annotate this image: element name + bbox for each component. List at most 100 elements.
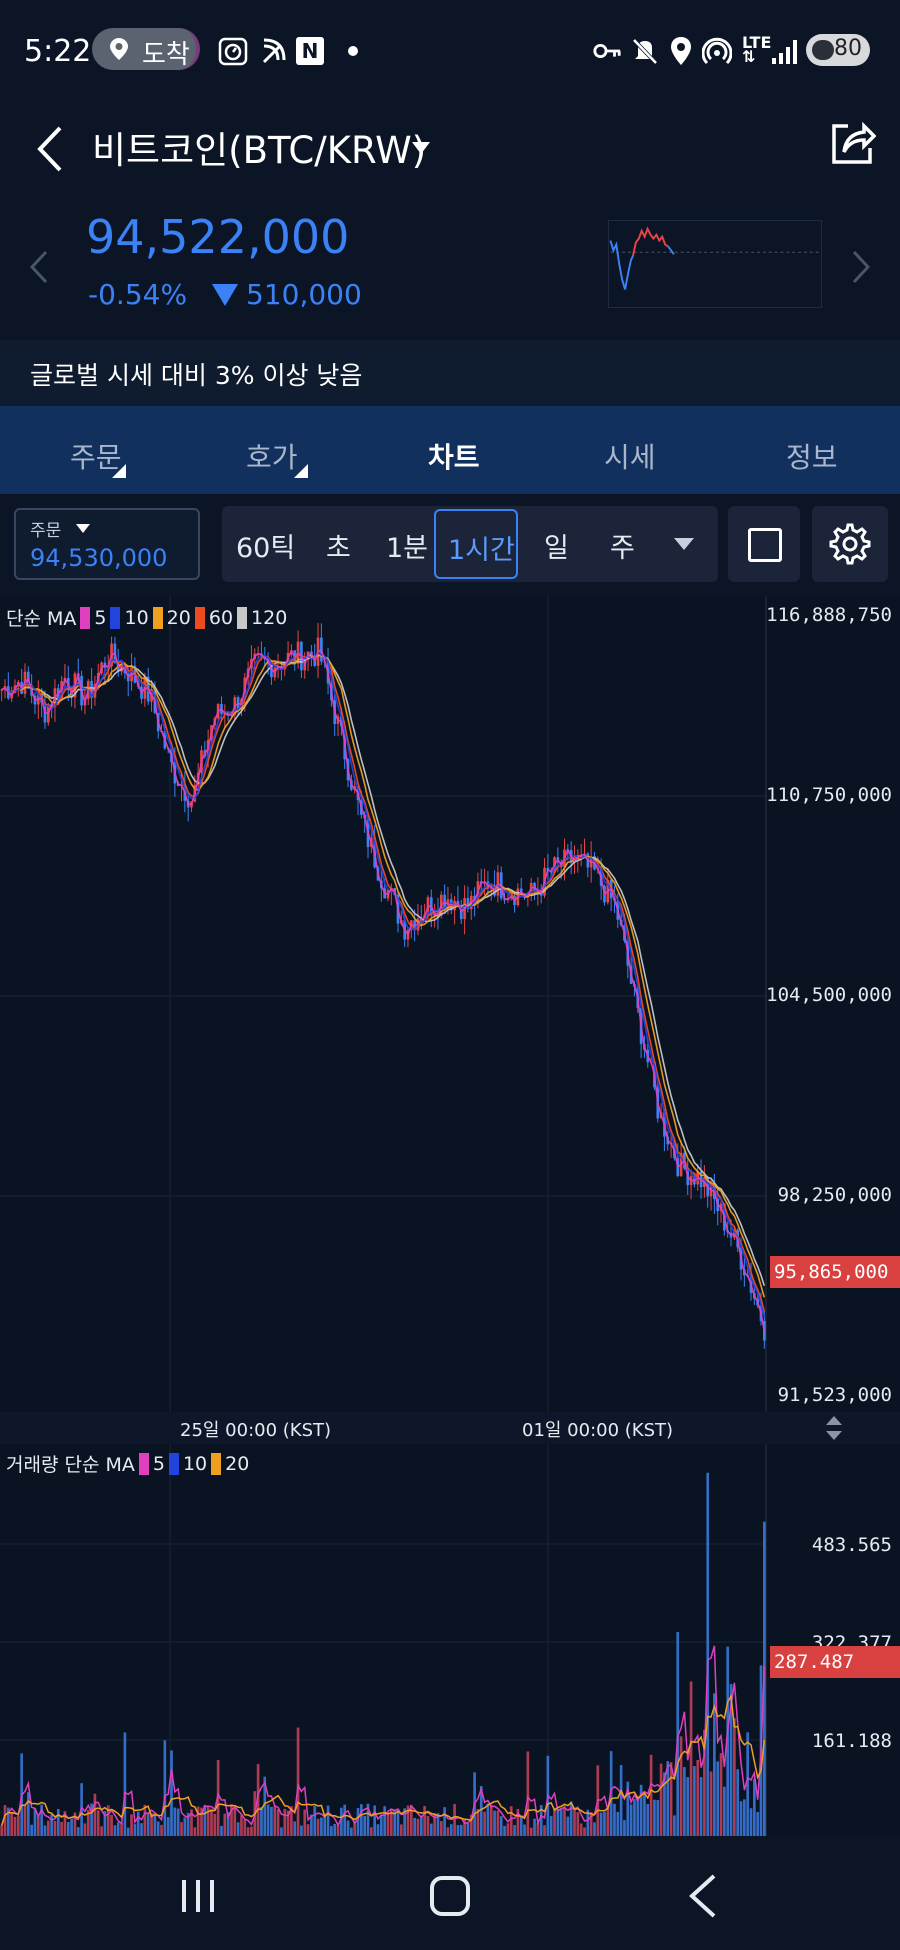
- interval-60tick[interactable]: 60틱: [236, 526, 295, 565]
- chart-settings-button[interactable]: [812, 506, 888, 582]
- interval-second[interactable]: 초: [326, 526, 351, 565]
- volume-bar: [689, 1681, 693, 1836]
- volume-bar: [466, 1823, 470, 1836]
- price-tick: 91,523,000: [777, 1384, 892, 1406]
- volume-bar: [459, 1824, 463, 1836]
- down-triangle-icon: [212, 284, 238, 306]
- volume-bar: [513, 1825, 516, 1836]
- resize-handle-icon[interactable]: [824, 1416, 844, 1440]
- volume-bar: [146, 1812, 150, 1836]
- volume-bar: [659, 1763, 663, 1836]
- battery-level: 80: [834, 36, 862, 61]
- volume-bar: [56, 1808, 60, 1836]
- volume-bar: [619, 1765, 623, 1836]
- volume-bar: [693, 1766, 696, 1836]
- tab-market-price[interactable]: 시세: [604, 436, 656, 476]
- volume-bar: [583, 1827, 586, 1836]
- volume-bar: [756, 1812, 760, 1836]
- square-icon: [748, 528, 782, 562]
- volume-bar: [443, 1807, 446, 1836]
- status-time: 5:22: [24, 34, 92, 69]
- volume-bar: [60, 1821, 63, 1836]
- volume-bar: [110, 1814, 113, 1836]
- volume-bar: [613, 1803, 616, 1836]
- volume-bar: [449, 1824, 453, 1836]
- tab-info[interactable]: 정보: [786, 436, 838, 476]
- volume-bar: [383, 1806, 386, 1836]
- volume-bar: [556, 1808, 560, 1836]
- volume-bar: [686, 1777, 690, 1836]
- ma-line: [1, 653, 766, 1312]
- volume-bar: [96, 1810, 100, 1836]
- chart-canvas: [0, 596, 767, 1836]
- naver-notification-icon: N: [296, 37, 324, 65]
- volume-bar: [163, 1740, 167, 1836]
- interval-1min[interactable]: 1분: [386, 526, 428, 565]
- volume-bar: [733, 1718, 736, 1836]
- next-coin-icon[interactable]: [852, 250, 870, 284]
- volume-bar: [130, 1814, 133, 1836]
- volume-bar: [183, 1817, 187, 1836]
- volume-bar: [529, 1827, 533, 1836]
- volume-bar: [413, 1817, 416, 1836]
- volume-tick: 161.188: [811, 1730, 892, 1752]
- volume-bar: [569, 1801, 573, 1836]
- back-arrow-icon[interactable]: [34, 124, 64, 174]
- volume-bar: [280, 1827, 283, 1836]
- volume-bar: [416, 1818, 420, 1836]
- volume-bar: [493, 1810, 496, 1836]
- interval-week[interactable]: 주: [610, 526, 635, 565]
- fullscreen-button[interactable]: [728, 506, 800, 582]
- volume-bar: [320, 1817, 323, 1836]
- hotspot-icon: [702, 37, 732, 65]
- more-intervals-icon[interactable]: [674, 538, 694, 550]
- volume-bar: [350, 1827, 353, 1836]
- volume-bar: [176, 1808, 180, 1836]
- quick-order-box[interactable]: 주문 94,530,000: [14, 508, 200, 580]
- volume-bar: [66, 1822, 70, 1836]
- volume-bar: [489, 1804, 493, 1836]
- battery-indicator: 80: [806, 34, 870, 66]
- tab-orderbook[interactable]: 호가: [246, 436, 298, 476]
- volume-bar: [336, 1825, 340, 1836]
- volume-bar: [656, 1799, 660, 1836]
- volume-bar: [346, 1820, 350, 1836]
- interval-1hour[interactable]: 1시간: [434, 509, 518, 579]
- volume-bar: [143, 1804, 147, 1836]
- system-back-icon[interactable]: [688, 1874, 718, 1918]
- ma-line: [1, 654, 766, 1298]
- system-nav-bar: [0, 1836, 900, 1950]
- coin-title[interactable]: 비트코인(BTC/KRW): [92, 120, 426, 174]
- price-chart-area[interactable]: 단순 MA 5 10 20 60 120 116,888,750 110,750…: [0, 596, 900, 1836]
- volume-bar: [423, 1805, 426, 1836]
- volume-bar: [723, 1786, 726, 1836]
- share-icon[interactable]: [828, 118, 876, 166]
- volume-bar: [616, 1811, 620, 1836]
- volume-ma-legend: 거래량 단순 MA 5 10 20: [6, 1450, 249, 1477]
- recent-apps-icon[interactable]: [178, 1878, 218, 1914]
- volume-bar: [739, 1801, 743, 1836]
- volume-bar: [293, 1821, 297, 1836]
- home-icon[interactable]: [430, 1876, 470, 1916]
- volume-bar: [553, 1808, 556, 1836]
- volume-bar: [603, 1811, 606, 1836]
- volume-bar: [483, 1811, 486, 1836]
- volume-bar: [43, 1825, 47, 1836]
- ma5-swatch: [80, 606, 91, 629]
- volume-bar: [170, 1750, 173, 1836]
- chevron-down-icon[interactable]: [412, 142, 430, 154]
- volume-bar: [496, 1810, 500, 1836]
- volume-bar: [373, 1805, 377, 1836]
- volume-bar: [113, 1825, 117, 1836]
- location-pill[interactable]: 도착: [92, 28, 200, 70]
- volume-bar: [579, 1823, 583, 1836]
- previous-coin-icon[interactable]: [30, 250, 48, 284]
- price-tick: 110,750,000: [766, 784, 892, 806]
- tab-chart[interactable]: 차트: [428, 436, 480, 476]
- vol-ma20-swatch: [211, 1452, 222, 1475]
- volume-bar: [53, 1820, 57, 1836]
- price-tick: 104,500,000: [766, 984, 892, 1006]
- status-bar: 5:22 도착 N LTE ⇅ 80: [0, 0, 900, 100]
- ma20-swatch: [152, 606, 163, 629]
- interval-day[interactable]: 일: [544, 526, 569, 565]
